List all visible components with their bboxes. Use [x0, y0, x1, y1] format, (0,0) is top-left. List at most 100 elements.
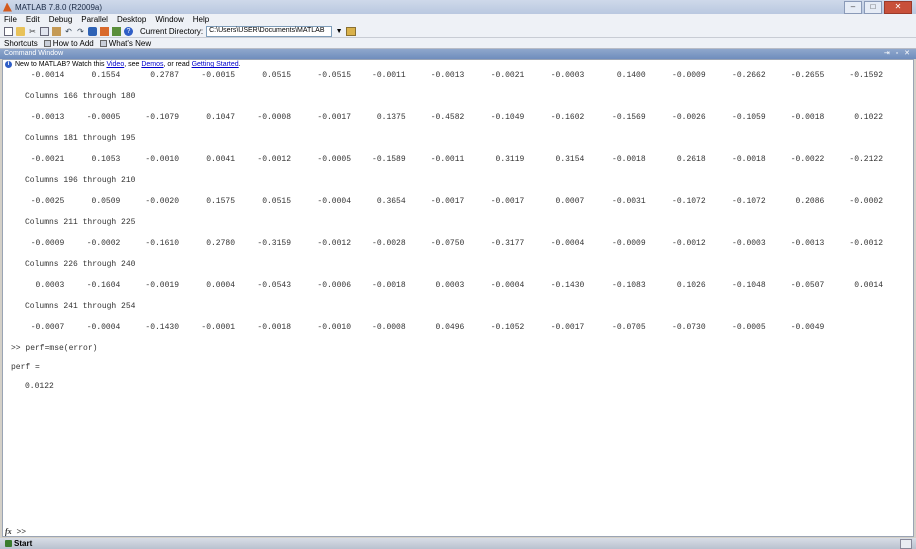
command-window[interactable]: i New to MATLAB? Watch this Video, see D…	[2, 59, 914, 537]
result-name-row: perf =	[3, 361, 913, 376]
open-folder-icon[interactable]	[16, 26, 25, 36]
output-value: 0.0007	[555, 197, 585, 206]
shortcut-icon	[43, 39, 51, 47]
undo-icon[interactable]: ↶	[64, 27, 73, 36]
command-prompt[interactable]: fx >>	[5, 527, 27, 537]
output-value: -0.1604	[86, 281, 121, 290]
output-values-row: -0.0013 -0.0005 -0.1079 0.1047 -0.0008 -0.001…	[3, 111, 913, 126]
shortcut-whats-new[interactable]: What's New	[99, 39, 151, 48]
output-value: -0.1569	[612, 113, 646, 122]
output-value: -0.0021	[490, 71, 525, 80]
output-value: -0.0003	[550, 71, 585, 80]
output-value: -0.3159	[257, 239, 291, 248]
menu-edit[interactable]: Edit	[26, 15, 40, 24]
browse-folder-icon[interactable]	[346, 26, 357, 36]
chevron-down-icon[interactable]: ▼	[335, 28, 343, 35]
output-value: -0.0006	[317, 281, 351, 290]
menu-file[interactable]: File	[4, 15, 17, 24]
output-value: 0.1026	[676, 281, 706, 290]
output-value: -0.2655	[790, 71, 825, 80]
columns-header-row: Columns 241 through 254	[3, 300, 913, 315]
columns-header: Columns 196 through 210	[25, 176, 136, 185]
output-values-row: -0.0025 0.0509 -0.0020 0.1575 0.0515 -0.0004 0…	[3, 195, 913, 210]
output-value: 0.1575	[206, 197, 235, 206]
menu-debug[interactable]: Debug	[49, 15, 73, 24]
guide-icon[interactable]	[100, 26, 109, 36]
taskbar: Start	[0, 538, 916, 549]
output-value: -0.0022	[790, 155, 825, 164]
command-line: >> perf=mse(error)	[11, 344, 98, 353]
output-values-row: -0.0014 0.1554 0.2787 -0.0015 0.0515 -0.0515 -…	[3, 69, 913, 84]
output-value: 0.1400	[616, 71, 646, 80]
shortcut-label: How to Add	[52, 38, 94, 48]
menu-parallel[interactable]: Parallel	[81, 15, 108, 24]
current-directory-input[interactable]: C:\Users\USER\Documents\MATLAB	[206, 25, 333, 37]
output-value: -0.0005	[317, 155, 351, 164]
output-value: -0.0028	[372, 239, 406, 248]
output-value: -0.0019	[145, 281, 179, 290]
output-value: -0.0507	[790, 281, 825, 290]
info-suffix: .	[238, 61, 241, 68]
output-value: -0.0014	[30, 71, 65, 80]
toolbar: ✂ ↶ ↷ ? Current Directory: C:\Users\USER…	[0, 25, 916, 38]
output-value: -0.0017	[490, 197, 525, 206]
video-link[interactable]: Video	[106, 61, 124, 68]
columns-header: Columns 166 through 180	[25, 92, 136, 101]
output-value: -0.2122	[849, 155, 883, 164]
output-value: 0.3654	[376, 197, 406, 206]
show-desktop-icon[interactable]	[900, 539, 912, 549]
help-icon[interactable]: ?	[124, 26, 133, 36]
menu-window[interactable]: Window	[155, 15, 183, 24]
output-value: -0.0020	[145, 197, 179, 206]
new-file-icon[interactable]	[4, 26, 13, 36]
demos-link[interactable]: Demos	[141, 61, 163, 68]
getting-started-link[interactable]: Getting Started	[192, 61, 239, 68]
prompt-symbol: >>	[16, 528, 27, 537]
info-mid1: , see	[124, 61, 140, 68]
output-value: -0.0004	[86, 323, 121, 332]
minimize-button[interactable]: –	[844, 1, 862, 14]
output-value: -0.0004	[317, 197, 351, 206]
close-button[interactable]: ✕	[884, 1, 912, 14]
output-value: -0.0002	[849, 197, 883, 206]
redo-icon[interactable]: ↷	[76, 27, 85, 36]
columns-header-row: Columns 196 through 210	[3, 174, 913, 189]
output-value: -0.0010	[317, 323, 351, 332]
output-value: 0.0515	[262, 71, 291, 80]
menu-desktop[interactable]: Desktop	[117, 15, 146, 24]
panel-controls[interactable]: ⇥ ▫ ✕	[884, 49, 912, 59]
info-prefix: New to MATLAB? Watch this	[15, 61, 105, 68]
output-value: -0.0012	[257, 155, 291, 164]
output-value: -0.4582	[430, 113, 465, 122]
shortcuts-bar: Shortcuts How to Add What's New	[0, 38, 916, 49]
start-button[interactable]: Start	[0, 539, 37, 548]
window-title: MATLAB 7.8.0 (R2009a)	[15, 2, 103, 12]
copy-icon[interactable]	[40, 26, 49, 36]
output-value: -0.0012	[672, 239, 706, 248]
maximize-button[interactable]: □	[864, 1, 882, 14]
output-value: -0.0001	[201, 323, 235, 332]
columns-header-row: Columns 166 through 180	[3, 90, 913, 105]
shortcut-how-to-add[interactable]: How to Add	[43, 38, 94, 48]
columns-header-row: Columns 226 through 240	[3, 258, 913, 273]
function-browser-icon[interactable]: fx	[5, 527, 12, 536]
output-value: -0.0013	[30, 113, 65, 122]
output-values-row: -0.0009 -0.0002 -0.1610 0.2780 -0.3159 -0.001…	[3, 237, 913, 252]
output-value: -0.0005	[86, 113, 121, 122]
paste-icon[interactable]	[52, 26, 61, 36]
command-output: -0.0014 0.1554 0.2787 -0.0015 0.0515 -0.0515 -…	[3, 69, 913, 395]
output-value: 0.0003	[435, 281, 465, 290]
output-value: -0.1592	[849, 71, 883, 80]
menu-help[interactable]: Help	[193, 15, 209, 24]
cut-icon[interactable]: ✂	[28, 27, 37, 36]
output-value: -0.0013	[430, 71, 465, 80]
output-value: -0.0008	[257, 113, 291, 122]
output-values-row: 0.0003 -0.1604 -0.0019 0.0004 -0.0543 -0.0006…	[3, 279, 913, 294]
simulink-icon[interactable]	[88, 26, 97, 36]
profiler-icon[interactable]	[112, 26, 121, 36]
output-value: -0.0017	[550, 323, 585, 332]
output-value: -0.0004	[490, 281, 525, 290]
output-value: 0.1554	[91, 71, 121, 80]
output-value: 0.2787	[150, 71, 179, 80]
shortcut-icon	[99, 39, 107, 47]
